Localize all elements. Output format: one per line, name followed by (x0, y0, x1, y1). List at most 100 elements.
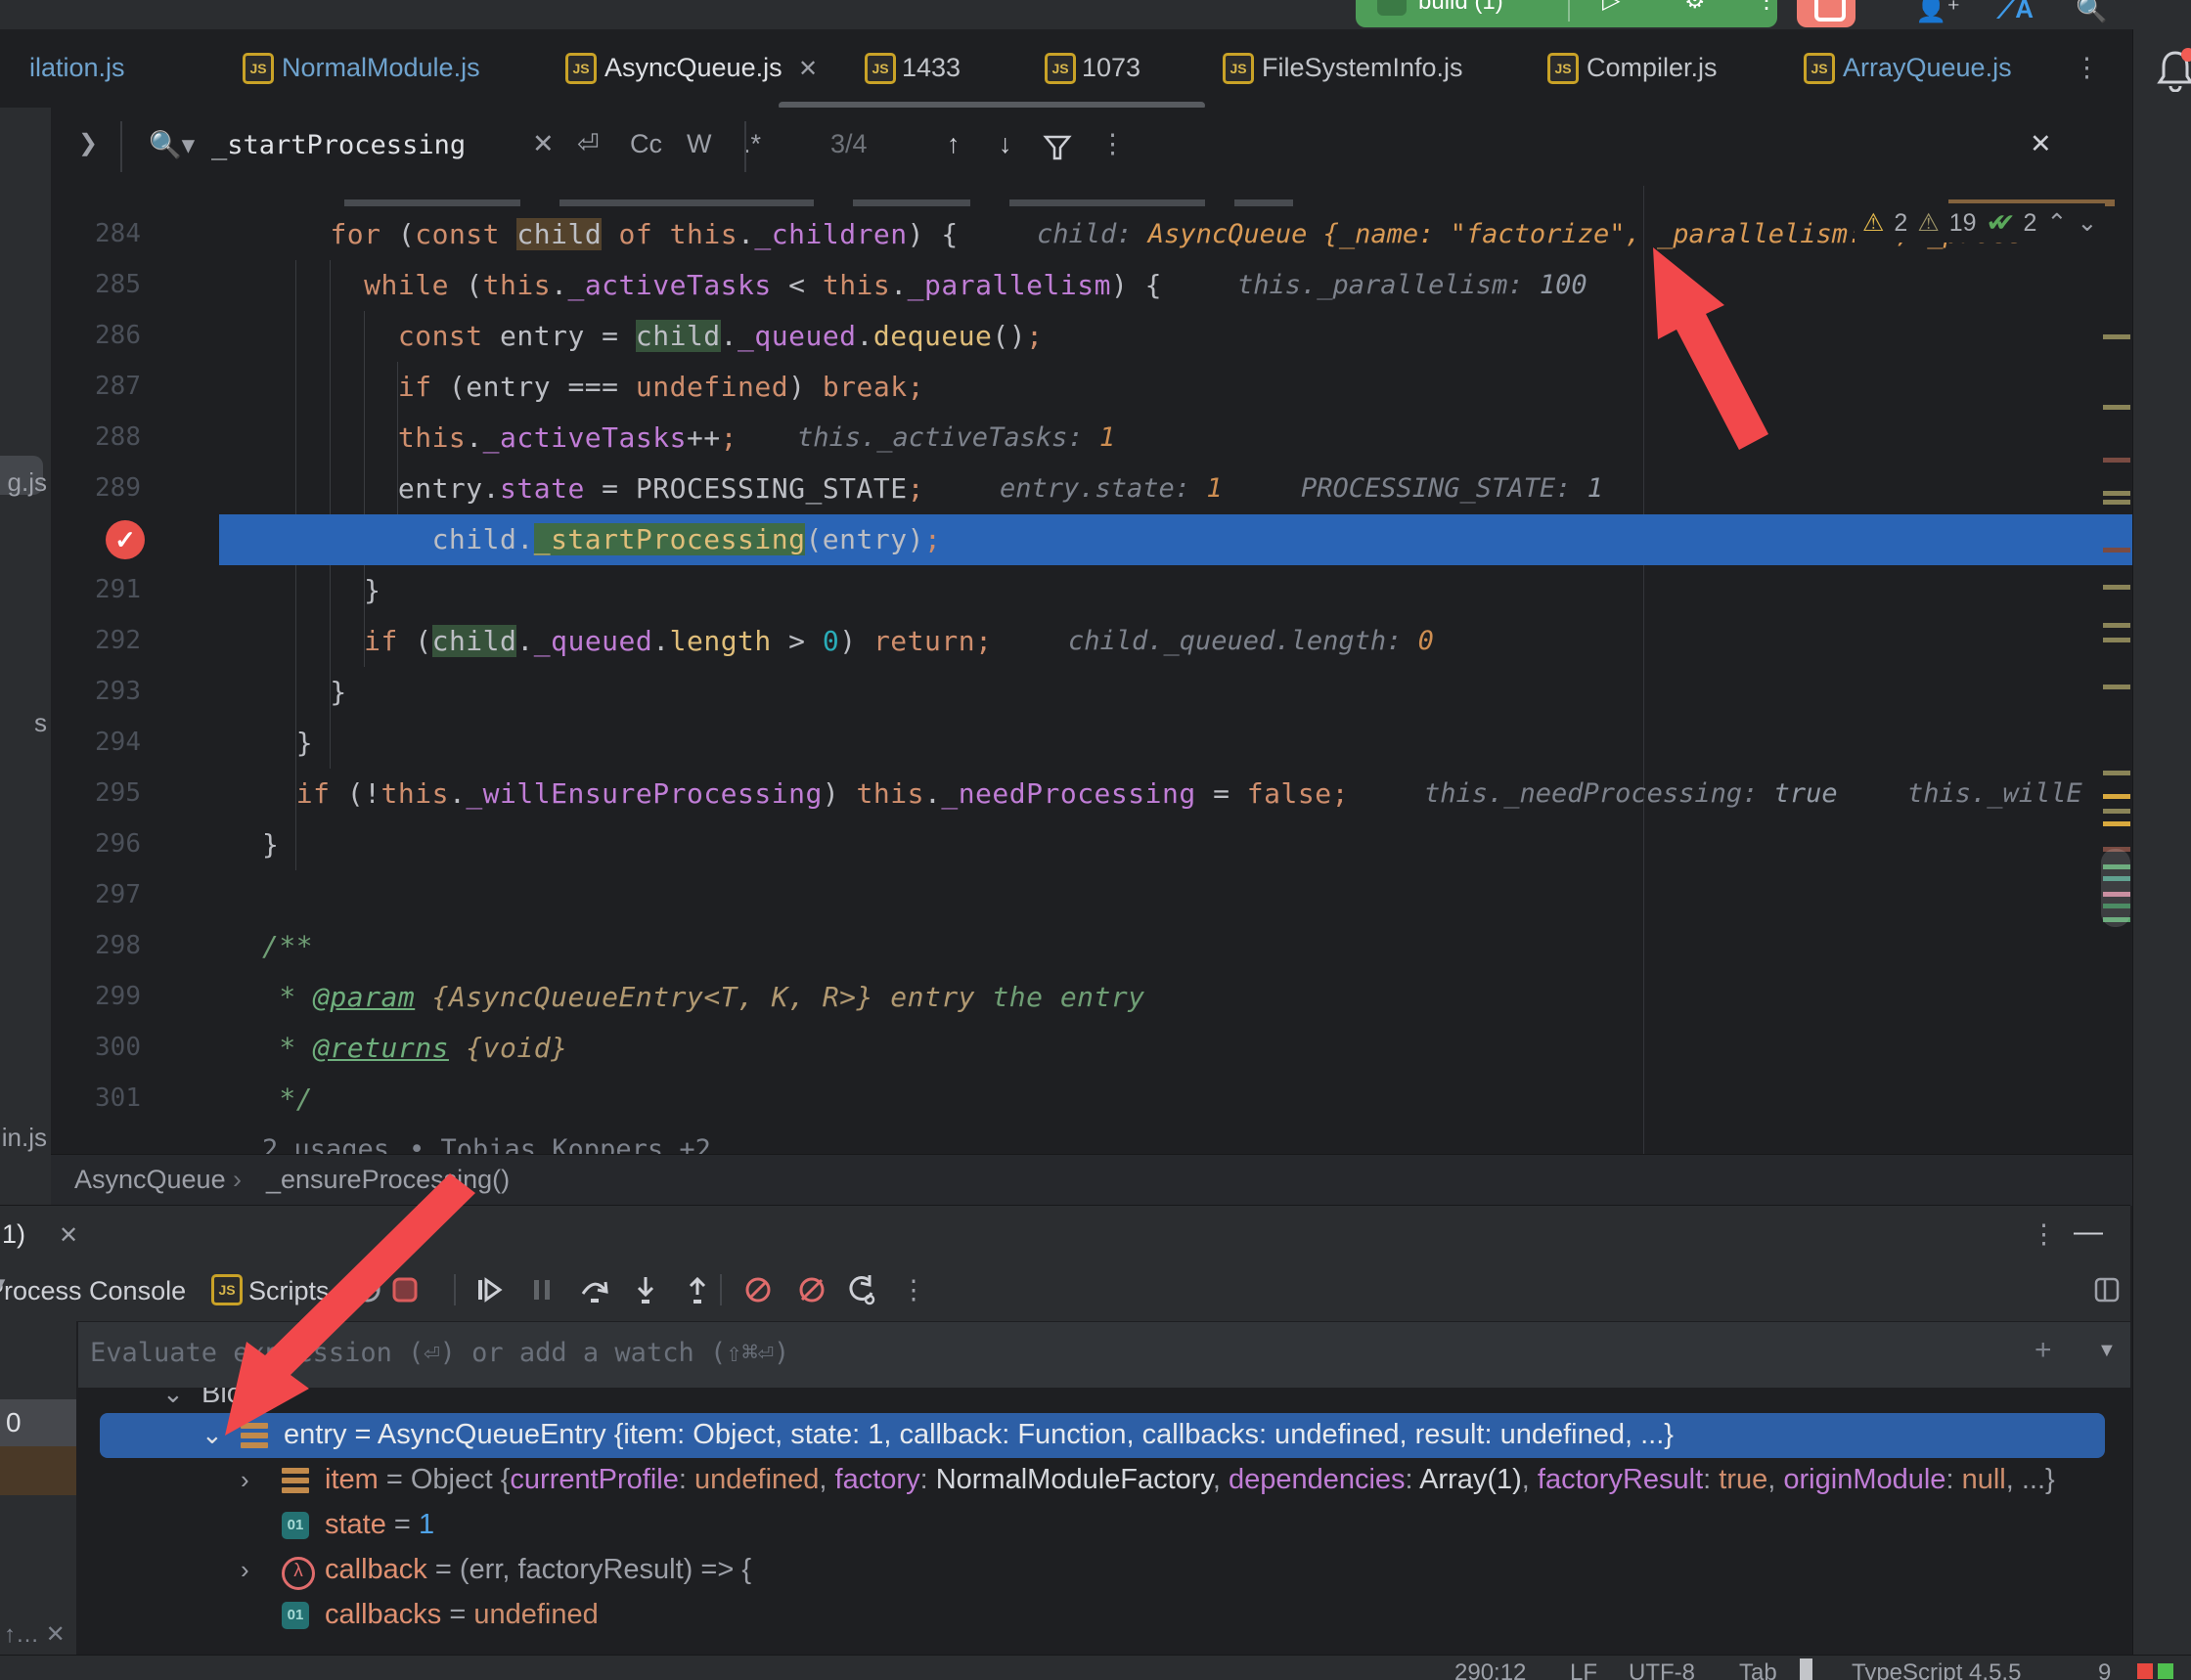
tab-ilation-js[interactable]: ilation.js (29, 53, 125, 83)
code-line-287[interactable]: 287 if (entry === undefined) break; (51, 362, 2132, 413)
rerun-icon[interactable] (350, 1272, 385, 1307)
close-session-icon[interactable]: ✕ (59, 1221, 78, 1250)
stop-button[interactable] (1797, 0, 1856, 27)
tab-normalmodule-js[interactable]: NormalModule.js (282, 53, 480, 83)
expand-search-icon[interactable]: ❯ (78, 129, 98, 157)
inspections-widget[interactable]: ⚠ 2 ⚠ 19 ✔✔ 2 ⌃ ⌄ (1855, 203, 2106, 243)
frame-row-selected[interactable]: 0 (0, 1399, 76, 1446)
frames-column[interactable]: ▼ 0 ↑… ✕ (0, 1272, 78, 1656)
search-history-icon[interactable]: 🔍▾ (149, 129, 195, 160)
tab-arrayqueue-js[interactable]: ArrayQueue.js (1843, 53, 2012, 83)
chevron-right-icon[interactable]: › (241, 1555, 249, 1585)
stop-icon[interactable] (387, 1272, 423, 1307)
run-configuration-button[interactable]: build (1) ▷ ⚙ ⋮ (1356, 0, 1777, 27)
tab-1433[interactable]: 1433 (902, 53, 961, 83)
variable-row-callback[interactable]: › λ callback = (err, factoryResult) => { (76, 1548, 2130, 1593)
status-lf[interactable]: LF (1570, 1659, 1597, 1680)
newline-icon[interactable]: ⏎ (577, 129, 600, 159)
notifications-bell-icon[interactable] (2156, 47, 2191, 92)
add-watch-icon[interactable]: + (2034, 1334, 2052, 1367)
more-icon[interactable]: ⋮ (896, 1272, 931, 1307)
mute-breakpoints-icon[interactable] (794, 1272, 829, 1307)
code-line-294[interactable]: 294 } (51, 718, 2132, 769)
variables-tree[interactable]: ⌄ Block ⌄ entry = AsyncQueueEntry {item: … (76, 1388, 2130, 1656)
status-tab[interactable]: Tab (1739, 1659, 1777, 1680)
code-line-290[interactable]: ✓ child._startProcessing(entry); (51, 514, 2132, 565)
code-line-299[interactable]: 299 * @param {AsyncQueueEntry<T, K, R>} … (51, 972, 2132, 1023)
ai-assistant-icon[interactable]: ⟋A (1997, 0, 2034, 25)
code-line-292[interactable]: 292 if (child._queued.length > 0) return… (51, 616, 2132, 667)
clear-search-icon[interactable]: ✕ (532, 129, 555, 159)
close-tab-icon[interactable]: ✕ (798, 55, 818, 83)
breadcrumb-class[interactable]: AsyncQueue (74, 1165, 226, 1195)
status-typescript-4-5-5[interactable]: TypeScript 4.5.5 (1852, 1659, 2021, 1680)
chevron-right-icon[interactable]: › (241, 1465, 249, 1495)
code-line-285[interactable]: 285 while (this._activeTasks < this._par… (51, 260, 2132, 311)
variable-row-entry[interactable]: ⌄ entry = AsyncQueueEntry {item: Object, … (76, 1413, 2130, 1458)
variable-row-item[interactable]: › item = Object {currentProfile: undefine… (76, 1458, 2130, 1503)
prev-inspection-icon[interactable]: ⌃ (2046, 208, 2067, 238)
next-inspection-icon[interactable]: ⌄ (2077, 208, 2097, 238)
search-toggle-cc[interactable]: Cc (630, 129, 662, 159)
hide-panel-icon[interactable]: — (2074, 1216, 2103, 1249)
evaluate-expression-bar[interactable]: Evaluate expression (⏎) or add a watch (… (76, 1321, 2130, 1390)
editor-scrollbar-thumb[interactable] (2101, 849, 2130, 927)
code-line-301[interactable]: 301 */ (51, 1074, 2132, 1125)
status-9[interactable]: 9 (2098, 1659, 2111, 1680)
search-options-icon[interactable]: ⋮ (1099, 129, 1126, 159)
panel-options-icon[interactable]: ⋮ (2031, 1219, 2057, 1250)
next-match-icon[interactable]: ↓ (999, 129, 1012, 159)
close-search-icon[interactable]: ✕ (2030, 129, 2052, 159)
search-everywhere-icon[interactable]: 🔍 (2076, 0, 2107, 24)
code-line-284[interactable]: 284 for (const child of this._children) … (51, 209, 2132, 260)
code-editor[interactable]: 284 for (const child of this._children) … (51, 186, 2132, 1154)
status-290-12[interactable]: 290:12 (1454, 1659, 1526, 1680)
code-line-293[interactable]: 293 } (51, 667, 2132, 718)
code-line-289[interactable]: 289 entry.state = PROCESSING_STATE; entry… (51, 464, 2132, 514)
code-line-297[interactable]: 297 (51, 870, 2132, 921)
search-input[interactable] (209, 129, 487, 161)
code-line-298[interactable]: 298/** (51, 921, 2132, 972)
pause-icon[interactable] (524, 1272, 559, 1307)
debug-session-tab[interactable]: 1) (2, 1219, 25, 1250)
code-line-295[interactable]: 295 if (!this._willEnsureProcessing) thi… (51, 769, 2132, 819)
step-over-icon[interactable] (577, 1272, 612, 1307)
add-user-icon[interactable]: 👤⁺ (1915, 0, 1960, 24)
step-out-icon[interactable] (680, 1272, 715, 1307)
chevron-down-icon[interactable]: ⌄ (162, 1388, 184, 1409)
tab-1073[interactable]: 1073 (1082, 53, 1140, 83)
collapse-frames-icon[interactable]: ▼ (0, 1272, 10, 1298)
play-icon[interactable]: ▷ (1602, 0, 1620, 15)
code-line-291[interactable]: 291 } (51, 565, 2132, 616)
debug-tab-scripts[interactable]: Scripts (248, 1276, 330, 1306)
tab-asyncqueue-js[interactable]: AsyncQueue.js (604, 53, 782, 83)
tab-compiler-js[interactable]: Compiler.js (1587, 53, 1718, 83)
view-breakpoints-icon[interactable] (740, 1272, 776, 1307)
search-toggle-w[interactable]: W (687, 129, 711, 159)
code-line-286[interactable]: 286 const entry = child._queued.dequeue(… (51, 311, 2132, 362)
filter-icon[interactable] (1043, 129, 1072, 162)
expand-evaluate-icon[interactable]: ▼ (2097, 1340, 2117, 1362)
tab-options-icon[interactable]: ⋮ (2074, 53, 2100, 83)
layout-icon[interactable] (2089, 1272, 2124, 1307)
usages-inlay[interactable]: 2 usages • Tobias Koppers +2 (51, 1125, 2132, 1154)
debug-tab-process-console[interactable]: Process Console (0, 1276, 186, 1306)
run-to-cursor-icon[interactable] (843, 1272, 878, 1307)
status-utf-8[interactable]: UTF-8 (1629, 1659, 1695, 1680)
variable-row-state[interactable]: 01 state = 1 (76, 1503, 2130, 1548)
frame-row-async[interactable] (0, 1446, 76, 1495)
previous-match-icon[interactable]: ↑ (947, 129, 961, 159)
step-into-icon[interactable] (628, 1272, 663, 1307)
code-line-296[interactable]: 296} (51, 819, 2132, 870)
variable-row-callbacks[interactable]: 01 callbacks = undefined (76, 1593, 2130, 1638)
code-line-288[interactable]: 288 this._activeTasks++; this._activeTask… (51, 413, 2132, 464)
more-icon[interactable]: ⋮ (1755, 0, 1777, 15)
breadcrumb-method[interactable]: _ensureProcessing() (266, 1165, 510, 1195)
resume-icon[interactable] (471, 1272, 507, 1307)
code-line-300[interactable]: 300 * @returns {void} (51, 1023, 2132, 1074)
debug-icon[interactable]: ⚙ (1684, 0, 1706, 15)
breakpoint-icon[interactable]: ✓ (106, 520, 145, 559)
chevron-down-icon[interactable]: ⌄ (201, 1420, 223, 1450)
tab-filesysteminfo-js[interactable]: FileSystemInfo.js (1262, 53, 1463, 83)
frames-bottom-icons[interactable]: ↑… ✕ (4, 1620, 66, 1649)
